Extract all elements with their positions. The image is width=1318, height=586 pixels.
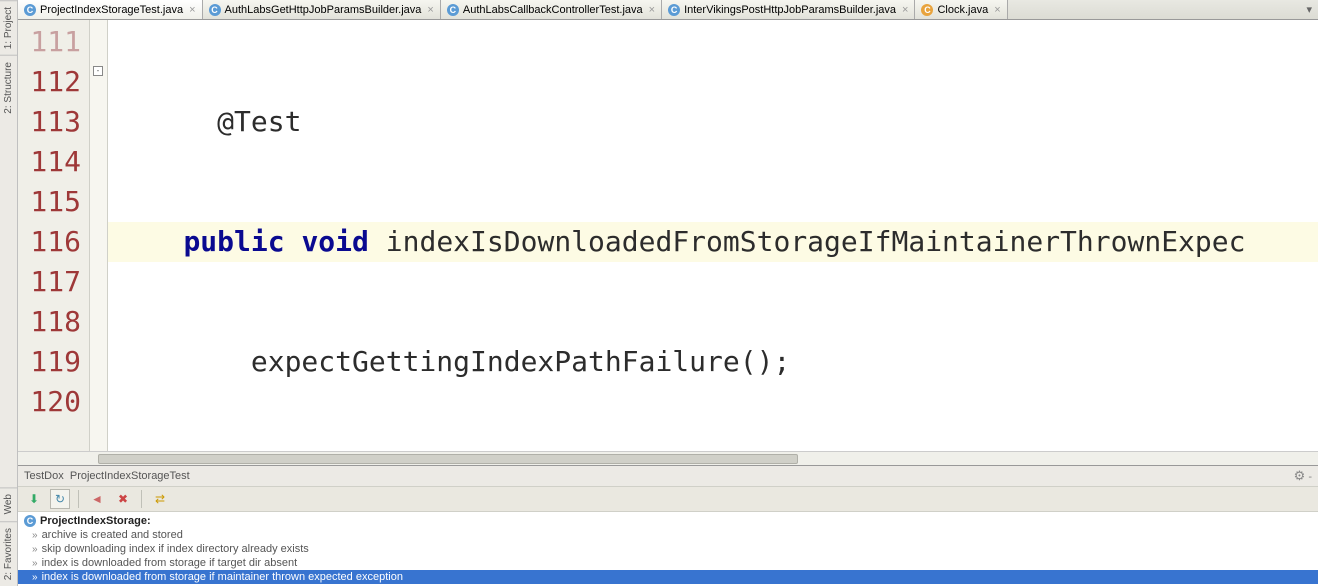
chevron-right-icon: » bbox=[32, 558, 38, 569]
tab-projectindexstoragetest[interactable]: C ProjectIndexStorageTest.java × bbox=[18, 0, 203, 19]
tab-intervikingsposthttpjobparamsbuilder[interactable]: C InterVikingsPostHttpJobParamsBuilder.j… bbox=[662, 0, 915, 19]
line-number: 114 bbox=[18, 142, 81, 182]
testdox-toolbar: ⬇ ↻ ◄ ✖ ⇄ bbox=[18, 486, 1318, 512]
testdox-class-row[interactable]: C ProjectIndexStorage: bbox=[18, 514, 1318, 528]
java-class-icon: C bbox=[24, 4, 36, 16]
test-description: skip downloading index if index director… bbox=[42, 543, 309, 555]
code-line: expectGettingIndexPathFailure(); bbox=[108, 342, 1318, 382]
scrollbar-thumb[interactable] bbox=[98, 454, 798, 464]
testdox-panel: TestDox ProjectIndexStorageTest ⚙ - ⬇ ↻ … bbox=[18, 465, 1318, 586]
testdox-results: C ProjectIndexStorage: » archive is crea… bbox=[18, 512, 1318, 586]
test-description: index is downloaded from storage if targ… bbox=[42, 557, 298, 569]
chevron-right-icon: » bbox=[32, 530, 38, 541]
refresh-button[interactable]: ↻ bbox=[50, 489, 70, 509]
rail-item-structure[interactable]: 2: Structure bbox=[0, 55, 17, 120]
toggle-button[interactable]: ⇄ bbox=[150, 489, 170, 509]
line-number: 113 bbox=[18, 102, 81, 142]
tab-overflow-button[interactable]: ▾ bbox=[1300, 0, 1318, 19]
line-number-gutter: 111 112 113 114 115 116 117 118 119 120 bbox=[18, 20, 90, 451]
editor-tab-bar: C ProjectIndexStorageTest.java × C AuthL… bbox=[18, 0, 1318, 20]
java-interface-icon: C bbox=[921, 4, 933, 16]
testdox-item[interactable]: » index is downloaded from storage if ta… bbox=[18, 556, 1318, 570]
nav-back-button[interactable]: ◄ bbox=[87, 489, 107, 509]
tab-label: AuthLabsGetHttpJobParamsBuilder.java bbox=[225, 4, 422, 16]
horizontal-scrollbar[interactable] bbox=[18, 451, 1318, 465]
panel-subtitle: ProjectIndexStorageTest bbox=[70, 470, 190, 482]
testdox-item[interactable]: » archive is created and stored bbox=[18, 528, 1318, 542]
code-line: public void indexIsDownloadedFromStorage… bbox=[108, 222, 1318, 262]
testdox-item[interactable]: » index is downloaded from storage if ma… bbox=[18, 570, 1318, 584]
left-tool-rail: 1: Project 2: Structure Web 2: Favorites bbox=[0, 0, 18, 586]
fold-strip: - bbox=[90, 20, 108, 451]
testdox-item[interactable]: » skip downloading index if index direct… bbox=[18, 542, 1318, 556]
toolbar-separator bbox=[78, 490, 79, 508]
close-icon[interactable]: × bbox=[902, 4, 908, 16]
gear-icon[interactable]: ⚙ bbox=[1294, 468, 1306, 483]
main-area: C ProjectIndexStorageTest.java × C AuthL… bbox=[18, 0, 1318, 586]
rail-item-web[interactable]: Web bbox=[0, 487, 17, 520]
tab-label: AuthLabsCallbackControllerTest.java bbox=[463, 4, 643, 16]
java-class-icon: C bbox=[447, 4, 459, 16]
close-icon[interactable]: × bbox=[189, 4, 195, 16]
chevron-right-icon: » bbox=[32, 572, 38, 583]
code-line: @Test bbox=[108, 102, 1318, 142]
panel-title: TestDox bbox=[24, 470, 64, 482]
code-editor[interactable]: @Test public void indexIsDownloadedFromS… bbox=[108, 20, 1318, 451]
line-number: 120 bbox=[18, 382, 81, 422]
test-description: archive is created and stored bbox=[42, 529, 183, 541]
chevron-right-icon: » bbox=[32, 544, 38, 555]
testdox-header: TestDox ProjectIndexStorageTest ⚙ - bbox=[18, 466, 1318, 486]
class-name-label: ProjectIndexStorage: bbox=[40, 515, 151, 527]
minimize-icon[interactable]: - bbox=[1308, 471, 1312, 483]
tab-clock[interactable]: C Clock.java × bbox=[915, 0, 1007, 19]
rail-item-favorites[interactable]: 2: Favorites bbox=[0, 521, 17, 586]
expand-all-button[interactable]: ⬇ bbox=[24, 489, 44, 509]
rail-item-project[interactable]: 1: Project bbox=[0, 0, 17, 55]
line-number: 118 bbox=[18, 302, 81, 342]
fold-toggle-icon[interactable]: - bbox=[93, 66, 103, 76]
tab-authlabscallbackcontrollertest[interactable]: C AuthLabsCallbackControllerTest.java × bbox=[441, 0, 662, 19]
tab-label: Clock.java bbox=[937, 4, 988, 16]
close-icon[interactable]: × bbox=[427, 4, 433, 16]
java-class-icon: C bbox=[209, 4, 221, 16]
close-icon[interactable]: × bbox=[649, 4, 655, 16]
delete-button[interactable]: ✖ bbox=[113, 489, 133, 509]
java-class-icon: C bbox=[668, 4, 680, 16]
line-number: 117 bbox=[18, 262, 81, 302]
tab-label: InterVikingsPostHttpJobParamsBuilder.jav… bbox=[684, 4, 896, 16]
tab-label: ProjectIndexStorageTest.java bbox=[40, 4, 183, 16]
line-number: 116 bbox=[18, 222, 81, 262]
toolbar-separator bbox=[141, 490, 142, 508]
java-class-icon: C bbox=[24, 515, 36, 527]
line-number: 115 bbox=[18, 182, 81, 222]
line-number: 111 bbox=[18, 22, 81, 62]
tab-authlabsgethttpjobparamsbuilder[interactable]: C AuthLabsGetHttpJobParamsBuilder.java × bbox=[203, 0, 441, 19]
test-description: index is downloaded from storage if main… bbox=[42, 571, 403, 583]
editor-area: 111 112 113 114 115 116 117 118 119 120 … bbox=[18, 20, 1318, 451]
line-number: 112 bbox=[18, 62, 81, 102]
close-icon[interactable]: × bbox=[994, 4, 1000, 16]
line-number: 119 bbox=[18, 342, 81, 382]
